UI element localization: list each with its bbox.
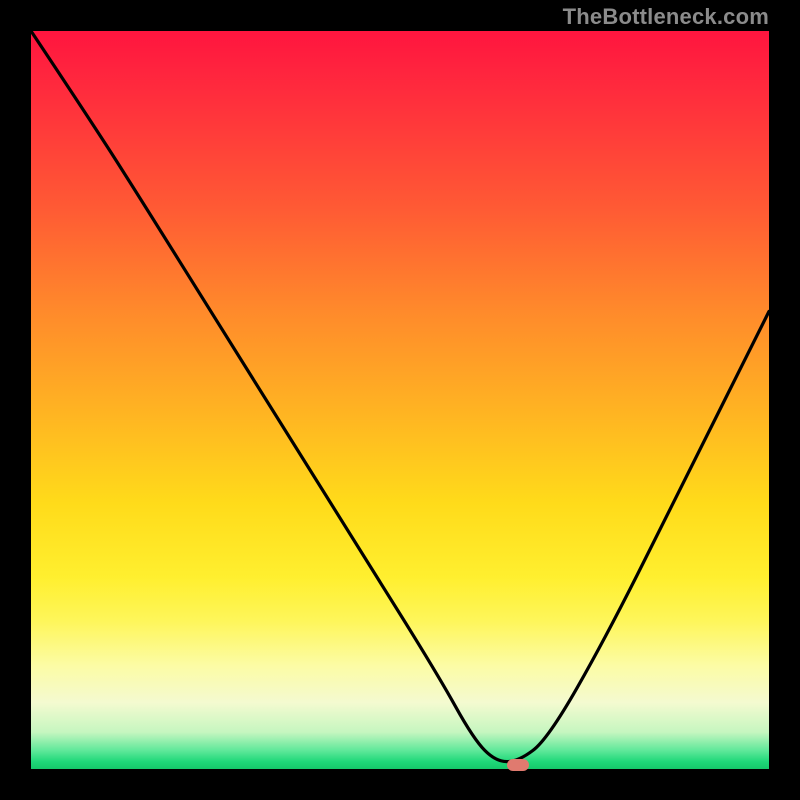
bottleneck-curve [31,31,769,769]
watermark-text: TheBottleneck.com [563,4,769,30]
plot-area [31,31,769,769]
optimal-marker [507,759,529,771]
chart-stage: TheBottleneck.com [0,0,800,800]
